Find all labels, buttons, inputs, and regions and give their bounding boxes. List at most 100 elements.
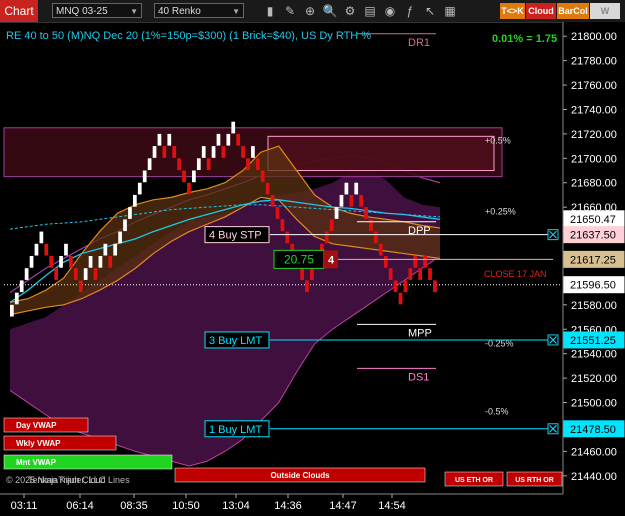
buy-stp-order-label[interactable]: 4 Buy STP bbox=[209, 230, 262, 242]
renko-brick bbox=[344, 182, 349, 195]
renko-brick bbox=[285, 231, 290, 244]
price-tick-label: 21460.00 bbox=[571, 446, 617, 458]
renko-brick bbox=[359, 194, 364, 207]
price-tick-label: 21740.00 bbox=[571, 104, 617, 116]
renko-brick bbox=[216, 133, 221, 146]
renko-brick bbox=[29, 256, 34, 268]
us-eth-or-button[interactable]: US ETH OR bbox=[444, 471, 504, 487]
renko-brick bbox=[98, 256, 103, 268]
price-tick-label: 21720.00 bbox=[571, 129, 617, 141]
renko-brick bbox=[19, 280, 24, 293]
renko-brick bbox=[34, 243, 39, 256]
price-tag-label: 21551.25 bbox=[570, 335, 616, 347]
time-tick-label: 14:47 bbox=[329, 500, 357, 512]
renko-brick bbox=[152, 146, 157, 158]
price-axis-bg bbox=[563, 22, 625, 516]
price-tag-label: 21637.50 bbox=[570, 230, 616, 242]
renko-brick bbox=[280, 219, 285, 232]
renko-brick bbox=[211, 146, 216, 158]
us-rth-or-button[interactable]: US RTH OR bbox=[506, 471, 563, 487]
time-tick-label: 14:36 bbox=[274, 500, 302, 512]
renko-brick bbox=[246, 158, 250, 171]
renko-brick bbox=[369, 219, 373, 232]
renko-brick bbox=[118, 231, 122, 244]
renko-brick bbox=[177, 158, 181, 171]
renko-brick bbox=[305, 280, 309, 293]
renko-brick bbox=[142, 170, 147, 183]
price-tick-label: 21800.00 bbox=[571, 31, 617, 43]
day-vwap-button[interactable]: Day VWAP bbox=[3, 417, 89, 433]
position-pnl-value: 20.75 bbox=[284, 252, 314, 266]
renko-brick bbox=[433, 280, 437, 293]
renko-brick bbox=[413, 256, 418, 268]
target-zone bbox=[267, 135, 495, 172]
price-tick-label: 21500.00 bbox=[571, 398, 617, 410]
renko-brick bbox=[49, 256, 54, 268]
renko-brick bbox=[103, 243, 108, 256]
outside-clouds-button[interactable]: Outside Clouds bbox=[174, 467, 426, 483]
wkly-vwap-button[interactable]: Wkly VWAP bbox=[3, 435, 117, 451]
renko-brick bbox=[265, 182, 270, 195]
renko-brick bbox=[374, 231, 378, 244]
time-tick-label: 10:50 bbox=[172, 500, 200, 512]
renko-brick bbox=[324, 231, 329, 244]
price-tick-label: 21580.00 bbox=[571, 300, 617, 312]
price-tag-label: 21596.50 bbox=[570, 280, 616, 292]
mpp-label: MPP bbox=[408, 327, 432, 339]
renko-brick bbox=[378, 243, 383, 256]
time-tick-label: 03:11 bbox=[11, 500, 38, 512]
renko-brick bbox=[334, 207, 339, 219]
renko-brick bbox=[54, 268, 58, 280]
renko-brick bbox=[172, 146, 177, 158]
source-label: Tenkan Kijun Cloud Lines bbox=[28, 475, 130, 485]
price-tick-label: 21760.00 bbox=[571, 80, 617, 92]
renko-brick bbox=[300, 268, 304, 280]
close-order-icon[interactable] bbox=[547, 334, 559, 346]
price-tag-label: 21617.25 bbox=[570, 254, 616, 266]
renko-brick bbox=[187, 182, 191, 195]
dr1-label: DR1 bbox=[408, 37, 430, 49]
buy-lmt-3-order-label[interactable]: 3 Buy LMT bbox=[209, 335, 262, 347]
price-tag-label: 21478.50 bbox=[570, 424, 616, 436]
renko-brick bbox=[393, 280, 398, 293]
renko-brick bbox=[78, 280, 83, 293]
buy-lmt-1-order-label[interactable]: 1 Buy LMT bbox=[209, 424, 262, 436]
us-rth-or-button-label: US RTH OR bbox=[515, 477, 554, 484]
day-vwap-button-label: Day VWAP bbox=[16, 421, 57, 430]
renko-brick bbox=[10, 304, 14, 317]
renko-brick bbox=[69, 256, 73, 268]
pct-label: +0.25% bbox=[485, 206, 516, 216]
renko-brick bbox=[398, 292, 403, 305]
renko-brick bbox=[39, 231, 44, 244]
renko-brick bbox=[418, 268, 423, 280]
renko-brick bbox=[364, 207, 368, 219]
time-tick-label: 06:14 bbox=[66, 500, 94, 512]
renko-brick bbox=[132, 194, 137, 207]
us-eth-or-button-label: US ETH OR bbox=[455, 477, 493, 484]
renko-brick bbox=[260, 170, 265, 183]
renko-brick bbox=[24, 268, 29, 280]
price-tick-label: 21440.00 bbox=[571, 471, 617, 483]
mnt-vwap-button[interactable]: Mnt VWAP bbox=[3, 454, 173, 470]
renko-brick bbox=[423, 256, 427, 268]
renko-brick bbox=[88, 256, 93, 268]
renko-brick bbox=[128, 207, 132, 219]
renko-brick bbox=[83, 268, 88, 280]
renko-brick bbox=[349, 194, 354, 207]
close-order-icon[interactable] bbox=[547, 229, 559, 241]
price-axis: 21440.0021460.0021480.0021500.0021520.00… bbox=[562, 22, 625, 516]
close-order-icon[interactable] bbox=[547, 423, 559, 435]
performance-label: 0.01% = 1.75 bbox=[492, 33, 557, 45]
renko-brick bbox=[137, 182, 142, 195]
renko-brick bbox=[408, 268, 413, 280]
price-tick-label: 21680.00 bbox=[571, 178, 617, 190]
renko-brick bbox=[59, 256, 63, 268]
time-tick-label: 14:54 bbox=[378, 500, 406, 512]
price-tick-label: 21540.00 bbox=[571, 349, 617, 361]
position-qty: 4 bbox=[328, 254, 335, 266]
renko-brick bbox=[226, 133, 231, 146]
renko-brick bbox=[251, 146, 255, 158]
renko-brick bbox=[339, 194, 344, 207]
chart-title: RE 40 to 50 (M)NQ Dec 20 (1%=150p=$300) … bbox=[6, 30, 371, 42]
renko-brick bbox=[241, 146, 245, 158]
